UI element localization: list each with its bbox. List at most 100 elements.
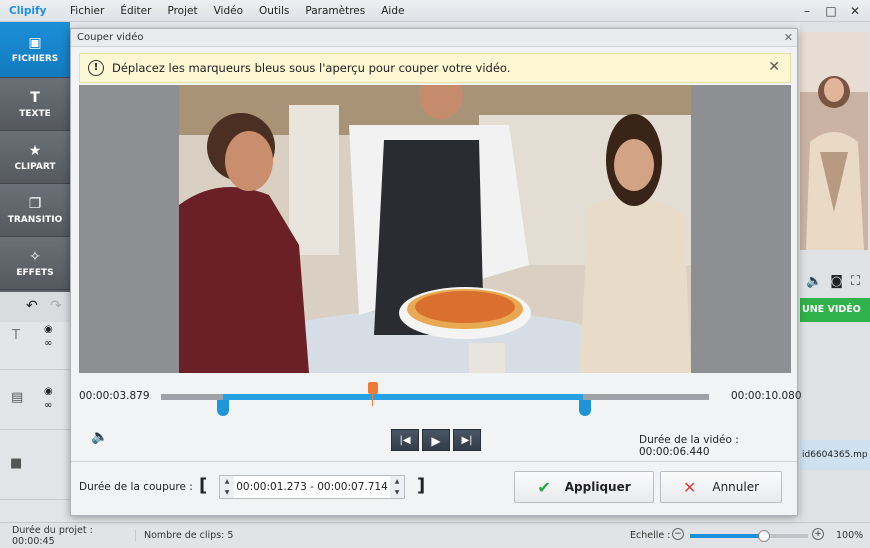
maximize-button[interactable]: □ [822,3,840,19]
dialog-titlebar: Couper vidéo ✕ [71,29,797,47]
video-frame-image [179,85,691,373]
zoom-out-icon[interactable]: − [672,528,684,540]
redo-icon[interactable]: ↷ [50,298,62,314]
cut-duration-label: Durée de la coupure : [79,481,193,493]
menu-projet[interactable]: Projet [159,5,205,17]
close-window-button[interactable]: ✕ [846,3,864,19]
text-track-icon: T [12,328,20,343]
text-icon: T [30,89,40,106]
transition-icon: ❐ [28,195,42,212]
tab-clipart[interactable]: ★ CLIPART [0,131,70,184]
cut-range-value: 00:00:01.273 - 00:00:07.714 [236,481,388,493]
undo-icon[interactable]: ↶ [26,298,38,314]
video-duration: Durée de la vidéo : 00:00:06.440 [639,434,739,458]
dialog-title: Couper vidéo [77,32,144,43]
menu-bar: Clipify Fichier Éditer Projet Vidéo Outi… [0,0,870,22]
previous-frame-button[interactable]: |◀ [391,429,419,451]
menu-aide[interactable]: Aide [373,5,412,17]
start-spinner[interactable]: ▲ ▼ [220,476,234,498]
undo-toolbar: ↶ ↷ [0,292,70,322]
minimize-button[interactable]: – [798,3,816,19]
playhead-marker[interactable] [368,382,378,394]
menu-editer[interactable]: Éditer [112,5,159,17]
text-track-header: T ◉ ∞ [0,322,70,370]
play-button[interactable]: ▶ [422,429,450,451]
menu-fichier[interactable]: Fichier [62,5,112,17]
trim-end-handle[interactable] [579,400,591,416]
spin-down-icon[interactable]: ▼ [220,487,234,498]
left-tab-rail: ▣ FICHIERS T TEXTE ★ CLIPART ❐ TRANSITIO… [0,22,70,292]
fullscreen-icon[interactable]: ⛶ [851,274,860,289]
start-time: 00:00:03.879 [79,390,150,402]
project-duration: Durée du projet : 00:00:45 [12,524,93,547]
zoom-in-icon[interactable]: + [812,528,824,540]
end-time: 00:00:10.080 [731,390,802,402]
check-icon: ✔ [537,477,551,497]
divider [71,461,797,462]
video-preview-area [79,85,791,373]
timeline-clip[interactable]: id6604365.mp [800,440,870,470]
menu-video[interactable]: Vidéo [206,5,251,17]
clip-count: Nombre de clips: 5 [135,530,233,541]
spin-up-icon[interactable]: ▲ [390,476,404,487]
add-video-button[interactable]: UNE VIDÉO [800,298,870,322]
next-frame-button[interactable]: ▶| [453,429,481,451]
zoom-slider-thumb[interactable] [758,530,770,542]
apply-button[interactable]: ✔ Appliquer [514,471,654,503]
wand-icon: ✧ [29,248,41,265]
video-frame [179,85,691,373]
video-track-header: ▤ ◉ ∞ [0,370,70,430]
timeline-track-headers: T ◉ ∞ ▤ ◉ ∞ ■ [0,322,70,522]
cut-range-input[interactable]: ▲ ▼ 00:00:01.273 - 00:00:07.714 ▲ ▼ [219,475,405,499]
eye-icon[interactable]: ◉ [44,386,53,397]
cut-video-dialog: Couper vidéo ✕ ! Déplacez les marqueurs … [70,28,802,516]
film-icon: ▤ [11,390,24,405]
zoom-slider-fill [690,534,764,538]
tab-label: EFFETS [16,267,54,278]
dialog-close-button[interactable]: ✕ [784,31,793,44]
eye-icon[interactable]: ◉ [44,324,53,335]
tab-texte[interactable]: T TEXTE [0,78,70,131]
player-controls: 🔈 ◙ ⛶ [800,268,870,294]
trim-start-handle[interactable] [217,400,229,416]
status-bar: Durée du projet : 00:00:45 Nombre de cli… [0,522,870,548]
preview-image [800,32,868,250]
tab-label: TEXTE [19,108,51,119]
tab-transitions[interactable]: ❐ TRANSITIO [0,184,70,237]
link-icon[interactable]: ∞ [44,400,52,411]
spin-down-icon[interactable]: ▼ [390,487,404,498]
menu-outils[interactable]: Outils [251,5,297,17]
volume-icon[interactable]: 🔈 [806,274,822,289]
image-icon: ▣ [28,35,42,51]
app-brand: Clipify [9,4,47,17]
info-message: Déplacez les marqueurs bleus sous l'aper… [112,61,511,75]
volume-icon[interactable]: 🔈 [91,429,108,445]
player-preview [800,32,868,250]
zoom-slider[interactable] [690,530,808,542]
apply-label: Appliquer [564,480,631,494]
trim-selection [223,394,583,400]
info-banner: ! Déplacez les marqueurs bleus sous l'ap… [79,53,791,83]
menu-parametres[interactable]: Paramètres [297,5,373,17]
end-bracket-button[interactable]: ] [417,475,425,496]
tab-label: CLIPART [14,161,56,172]
tab-fichiers[interactable]: ▣ FICHIERS [0,22,70,78]
close-banner-icon[interactable]: ✕ [768,59,780,75]
tab-effets[interactable]: ✧ EFFETS [0,237,70,290]
camera-icon: ■ [10,456,23,471]
trim-timeline[interactable] [161,382,709,416]
cross-icon: ✕ [682,477,697,497]
playhead-line [372,394,373,406]
snapshot-icon[interactable]: ◙ [830,274,843,289]
audio-track-header: ■ [0,430,70,500]
zoom-level: 100% [836,530,864,541]
link-icon[interactable]: ∞ [44,338,52,349]
spin-up-icon[interactable]: ▲ [220,476,234,487]
info-icon: ! [88,60,104,76]
scale-label: Echelle : [630,530,671,541]
end-spinner[interactable]: ▲ ▼ [390,476,404,498]
cancel-button[interactable]: ✕ Annuler [660,471,782,503]
tab-label: FICHIERS [11,54,59,64]
cancel-label: Annuler [712,480,760,494]
start-bracket-button[interactable]: [ [199,475,207,496]
